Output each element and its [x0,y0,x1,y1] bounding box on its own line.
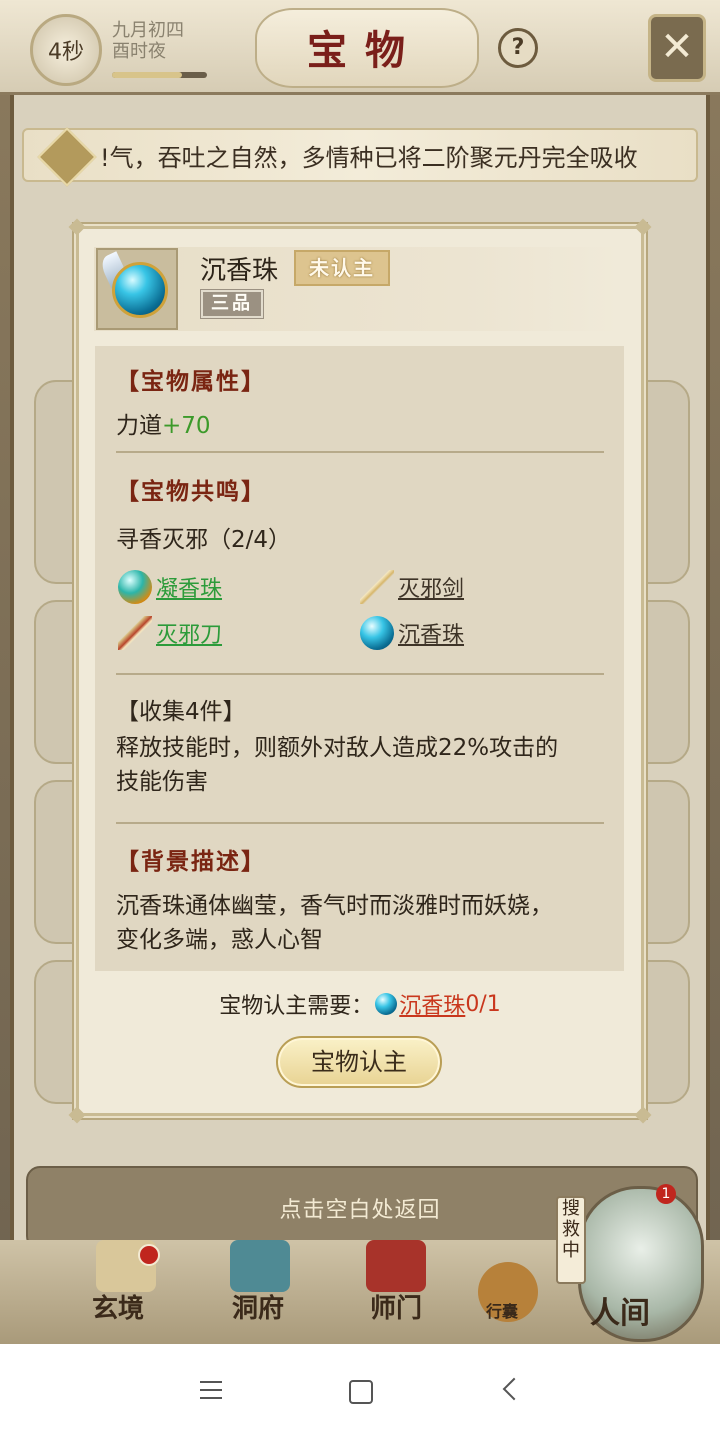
set-item-link[interactable]: 灭邪剑 [398,571,464,603]
divider [116,673,604,675]
nav-item-dongfu[interactable]: 洞府 [232,1288,284,1325]
help-button[interactable]: ? [498,28,538,68]
menu-icon[interactable] [200,1381,222,1405]
background-line-1: 沉香珠通体幽莹，香气时而淡雅时而妖娆， [116,893,553,919]
pearl-blue-icon [375,993,398,1015]
date-line-1: 九月初四 [112,20,184,41]
set-item-ningxiangzhu[interactable]: 凝香珠 [118,570,222,604]
set-name: 寻香灭邪（2/4） [116,527,292,553]
divider [116,822,604,824]
tap-to-return-hint: 点击空白处返回 [279,1198,441,1223]
attribute-label: 力道 [116,413,162,439]
sword-icon [360,570,394,604]
time-progress-bar [112,72,207,78]
background-section-title: 【背景描述】 [116,848,266,875]
game-date: 九月初四 酉时夜 [112,20,184,62]
divider [116,451,604,453]
red-dot-indicator [138,1244,160,1266]
set-bonus-line-2: 技能伤害 [116,769,208,795]
banner-icon [366,1240,426,1292]
attribute-value: +70 [162,413,211,439]
set-item-miexiejian[interactable]: 灭邪剑 [360,570,464,604]
set-item-link[interactable]: 灭邪刀 [156,617,222,649]
requirement-label: 宝物认主需要： [219,994,374,1019]
requirement-count: 0/1 [465,991,501,1017]
bell-icon [37,127,97,187]
pavilion-icon [230,1240,290,1292]
nav-item-renjian[interactable]: 人间 [590,1288,650,1332]
pearl-gold-icon [118,570,152,604]
requirement-item-link[interactable]: 沉香珠 [399,988,465,1020]
item-name: 沉香珠 [200,256,279,286]
pearl-icon [112,262,168,318]
unbound-status-tag: 未认主 [294,250,390,286]
home-icon[interactable] [349,1380,373,1404]
blade-icon [118,616,152,650]
nav-item-xuanjing[interactable]: 玄境 [92,1288,144,1325]
nav-item-xingnang[interactable]: 行囊 [486,1298,518,1322]
pearl-blue-icon [360,616,394,650]
set-item-link[interactable]: 沉香珠 [398,617,464,649]
date-line-2: 酉时夜 [112,41,166,62]
set-item-chenxiangzhu[interactable]: 沉香珠 [360,616,464,650]
set-bonus-line-1: 释放技能时，则额外对敌人造成22%攻击的 [116,735,559,761]
notice-bar: !气，吞吐之自然，多情种已将二阶聚元丹完全吸收 [22,127,698,187]
nav-item-shimen[interactable]: 师门 [370,1288,422,1325]
set-bonus-title: 【收集4件】 [116,699,246,725]
background-line-2: 变化多端，惑人心智 [116,927,323,953]
resonance-section-title: 【宝物共鸣】 [116,478,266,505]
attributes-section-title: 【宝物属性】 [116,368,266,395]
page-title: 宝物 [307,27,423,74]
set-item-miexiedao[interactable]: 灭邪刀 [118,616,222,650]
grade-tag: 三品 [200,289,264,319]
bind-requirement: 宝物认主需要： 沉香珠 0/1 [0,988,720,1020]
close-button[interactable]: ✕ [648,14,706,82]
countdown-timer: 4秒 [30,14,102,86]
notice-text: !气，吞吐之自然，多情种已将二阶聚元丹完全吸收 [100,144,638,172]
bind-treasure-button[interactable]: 宝物认主 [276,1036,442,1088]
set-item-link[interactable]: 凝香珠 [156,571,222,603]
time-progress-fill [112,72,182,78]
attribute-line: 力道+70 [116,406,211,440]
